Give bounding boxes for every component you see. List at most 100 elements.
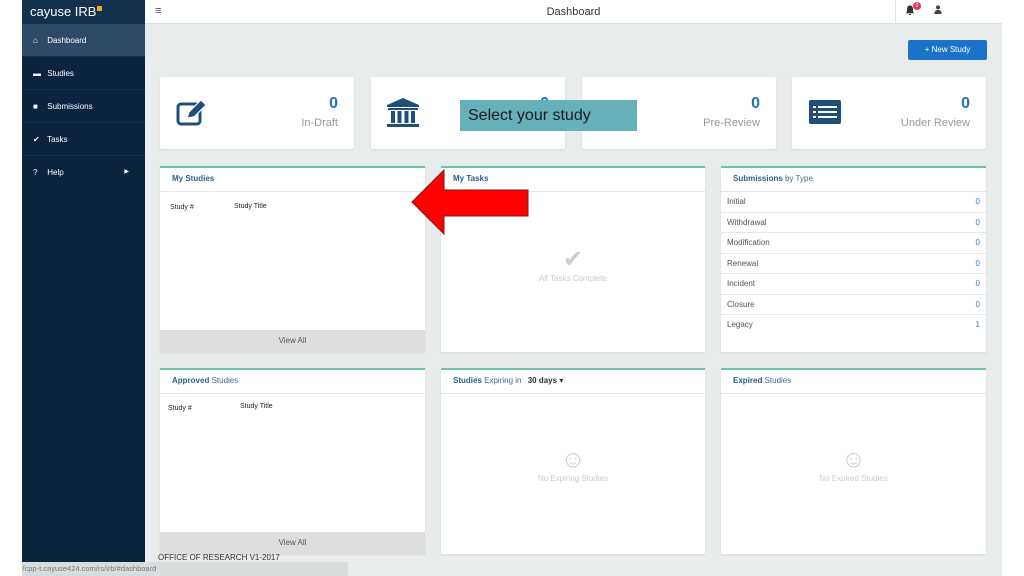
submission-type-row[interactable]: Modification 0 xyxy=(721,233,986,254)
approved-studies-panel: Approved Studies Study # Study Title Vie… xyxy=(160,368,425,554)
status-bar-url: https://cpp-t.cayuse424.com/rs/irb/#dash… xyxy=(22,562,348,576)
sidebar: cayuse IRB ⌂ Dashboard ▬ Studies ■ Submi… xyxy=(22,0,145,576)
home-icon: ⌂ xyxy=(33,36,38,45)
submission-type-count[interactable]: 0 xyxy=(976,254,980,274)
question-icon: ? xyxy=(33,168,38,177)
submission-type-count[interactable]: 0 xyxy=(976,295,980,315)
empty-state: ✔ All Tasks Complete xyxy=(441,246,705,283)
submission-type-label: Legacy xyxy=(727,320,753,329)
expiry-range-dropdown[interactable]: 30 days ▾ xyxy=(528,376,564,385)
panel-title-bold: My Studies xyxy=(172,174,215,183)
stat-card-under-review[interactable]: 0 Under Review xyxy=(792,77,986,149)
brand-name: cayuse IRB xyxy=(30,4,97,19)
app-stage: cayuse IRB ⌂ Dashboard ▬ Studies ■ Submi… xyxy=(22,0,1002,576)
panel-title-rest: Studies xyxy=(209,376,239,385)
panel-title-rest: by Type xyxy=(782,174,813,183)
caret-down-icon: ▾ xyxy=(559,376,564,385)
panel-title: My Studies xyxy=(160,168,425,192)
institution-icon xyxy=(387,98,419,127)
submission-type-row[interactable]: Legacy 1 xyxy=(721,315,986,336)
expiry-range-value: 30 days xyxy=(527,376,558,385)
empty-state-text: No Expiring Studies xyxy=(537,474,609,483)
brand-dot-icon xyxy=(97,6,103,11)
submission-type-row[interactable]: Closure 0 xyxy=(721,295,986,315)
submission-type-label: Withdrawal xyxy=(727,217,767,227)
check-icon: ✔ xyxy=(33,135,40,144)
panel-title: Studies Expiring in 30 days ▾ xyxy=(441,370,705,394)
sidebar-item-submissions[interactable]: ■ Submissions xyxy=(22,90,145,123)
red-arrow-annotation xyxy=(411,168,529,236)
sidebar-item-label: Help xyxy=(47,168,64,177)
stat-value: 0 xyxy=(329,95,338,112)
submission-type-count[interactable]: 0 xyxy=(976,192,980,212)
empty-state-text: No Expired Studies xyxy=(819,474,888,483)
panel-title-bold: Approved xyxy=(172,376,210,385)
my-studies-panel: My Studies Study # Study Title View All xyxy=(160,166,425,352)
edit-icon xyxy=(176,99,207,126)
panel-title-bold: Studies xyxy=(453,376,482,385)
submission-type-label: Initial xyxy=(727,197,746,206)
submission-type-label: Incident xyxy=(727,279,756,288)
notification-badge[interactable]: 2 xyxy=(913,2,921,10)
column-study-title[interactable]: Study Title xyxy=(234,203,267,210)
column-study-title[interactable]: Study Title xyxy=(240,403,273,410)
submission-type-row[interactable]: Initial 0 xyxy=(721,192,986,213)
footer-note: OFFICE OF RESEARCH V1-2017 xyxy=(158,553,280,562)
submission-type-count[interactable]: 0 xyxy=(976,213,980,233)
panel-title: Approved Studies xyxy=(160,370,425,394)
sidebar-item-label: Dashboard xyxy=(47,36,87,45)
submission-type-count[interactable]: 0 xyxy=(976,274,980,294)
divider xyxy=(895,0,896,24)
panel-title-bold: Expired xyxy=(733,376,763,385)
column-study-number[interactable]: Study # xyxy=(168,405,192,412)
submission-type-list: Initial 0 Withdrawal 0 Modification 0 Renewal 0… xyxy=(721,192,986,336)
panel-title-bold: Submissions xyxy=(733,174,783,183)
smile-icon: ☺ xyxy=(560,446,586,473)
stat-value: 0 xyxy=(961,95,970,112)
submission-type-label: Closure xyxy=(727,299,755,309)
submission-type-row[interactable]: Renewal 0 xyxy=(721,254,986,274)
stat-label: Pre-Review xyxy=(703,117,760,129)
stat-label: Under Review xyxy=(900,117,970,129)
sidebar-item-tasks[interactable]: ✔ Tasks xyxy=(22,123,145,156)
submissions-by-type-panel: Submissions by Type Initial 0 Withdrawal 0 M… xyxy=(721,166,986,352)
view-all-button[interactable]: View All xyxy=(160,532,425,554)
panel-title-rest: Studies xyxy=(762,376,792,385)
column-study-number[interactable]: Study # xyxy=(170,204,194,211)
submission-type-row[interactable]: Incident 0 xyxy=(721,274,986,295)
panel-title: Submissions by Type xyxy=(721,168,986,192)
panel-title-rest: Expiring in xyxy=(481,376,522,385)
stat-label: In-Draft xyxy=(301,117,338,129)
sidebar-item-label: Tasks xyxy=(47,135,68,144)
sidebar-item-label: Studies xyxy=(47,69,74,78)
submission-type-count[interactable]: 1 xyxy=(976,315,980,335)
new-study-button[interactable]: + New Study xyxy=(908,40,987,60)
table-header: Study # Study Title xyxy=(160,394,425,414)
brand-logo[interactable]: cayuse IRB xyxy=(22,0,145,24)
stat-card-in-draft[interactable]: 0 In-Draft xyxy=(160,77,354,149)
sidebar-item-studies[interactable]: ▬ Studies xyxy=(22,57,145,90)
sidebar-item-dashboard[interactable]: ⌂ Dashboard xyxy=(22,24,145,57)
stat-value: 0 xyxy=(751,95,760,112)
file-icon: ■ xyxy=(33,102,38,111)
smile-icon: ☺ xyxy=(841,446,866,473)
sidebar-item-help[interactable]: ? Help ▶ xyxy=(22,156,145,189)
folder-icon: ▬ xyxy=(33,69,41,78)
check-icon: ✔ xyxy=(562,246,584,273)
caret-right-icon: ▶ xyxy=(124,169,129,175)
submission-type-count[interactable]: 0 xyxy=(976,233,980,253)
submission-type-label: Modification xyxy=(727,238,770,247)
empty-state-text: All Tasks Complete xyxy=(539,274,607,283)
user-icon[interactable] xyxy=(934,5,942,16)
panel-title: Expired Studies xyxy=(721,370,986,394)
page-title: Dashboard xyxy=(546,6,601,18)
empty-state: ☺ No Expiring Studies xyxy=(441,446,705,483)
list-icon xyxy=(809,100,841,124)
instruction-callout: Select your study xyxy=(460,100,637,131)
table-header: Study # Study Title xyxy=(160,192,425,212)
view-all-button[interactable]: View All xyxy=(160,330,425,352)
sidebar-item-label: Submissions xyxy=(47,102,93,111)
expired-studies-panel: Expired Studies ☺ No Expired Studies xyxy=(721,368,986,554)
top-bar: ≡ Dashboard 2 xyxy=(145,0,1002,24)
submission-type-row[interactable]: Withdrawal 0 xyxy=(721,213,986,233)
